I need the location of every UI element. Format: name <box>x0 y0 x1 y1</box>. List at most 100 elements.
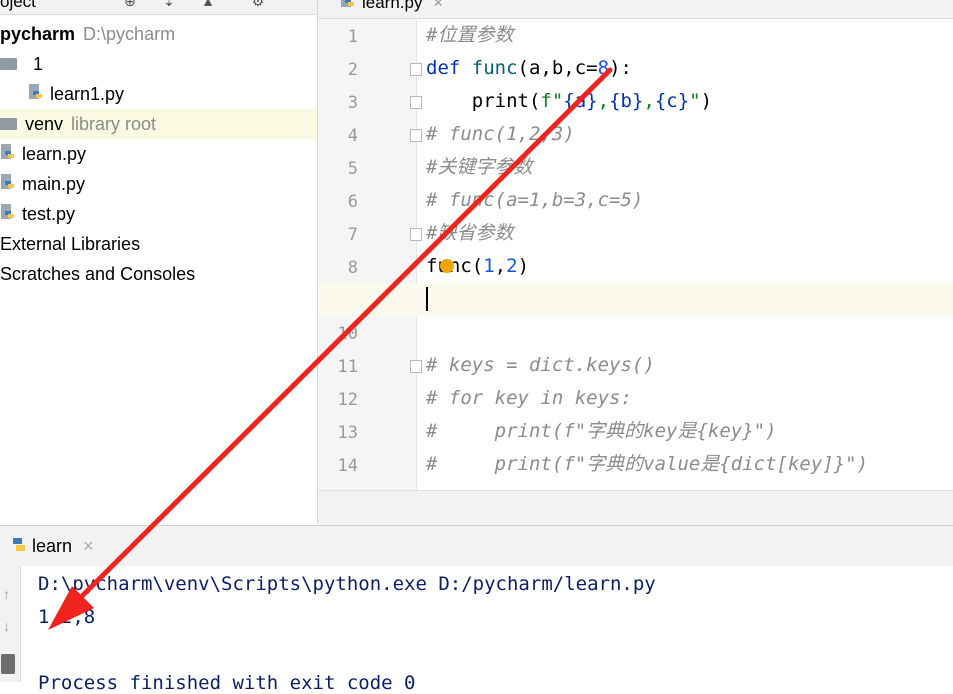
line-number: 4 <box>347 126 358 146</box>
fold-marker[interactable] <box>410 228 422 241</box>
arrow-up-icon[interactable]: ↑ <box>3 586 10 602</box>
fstring-expr: {c} <box>654 90 690 112</box>
code-line-12[interactable]: # for key in keys: <box>426 382 632 415</box>
editor-tabbar: learn.py × <box>318 0 953 19</box>
root-path: D:\pycharm <box>83 24 176 44</box>
tree-item-label: main.py <box>22 174 86 194</box>
line-number: 10 <box>337 324 358 344</box>
tree-item-label: learn1.py <box>50 84 125 104</box>
arrow-down-icon[interactable]: ↓ <box>3 618 10 634</box>
tree-root[interactable]: pycharm D:\pycharm <box>0 19 317 49</box>
collapse-all-icon[interactable]: ⇣ <box>161 0 177 8</box>
tree-item-main[interactable]: main.py <box>0 169 317 199</box>
run-toolwindow-header: learn × <box>0 525 953 566</box>
gutter: 1 2 3 4 5 6 7 8 9 10 11 12 13 14 <box>318 19 416 490</box>
code-text: , <box>494 255 507 277</box>
keyword: def <box>426 57 472 79</box>
tree-item-external-libraries[interactable]: External Libraries <box>0 229 317 259</box>
code-line-13[interactable]: # print(f"字典的key是{key}") <box>426 415 777 448</box>
line-number: 5 <box>347 159 358 179</box>
string: f" <box>540 90 564 112</box>
line-number: 7 <box>347 225 358 245</box>
tree-item-folder-1[interactable]: 1 <box>0 49 317 79</box>
code-line-3[interactable]: print(f"{a},{b},{c}") <box>426 85 712 118</box>
code-text: print( <box>426 90 541 112</box>
code-line-1[interactable]: #位置参数 <box>426 19 513 52</box>
code-line-6[interactable]: # func(a=1,b=3,c=5) <box>426 184 643 217</box>
code-text: ): <box>609 57 632 79</box>
console-line: 1,2,8 <box>38 606 96 628</box>
tree-item-label: External Libraries <box>0 234 141 254</box>
tree-item-label: venv <box>25 114 64 134</box>
fold-marker[interactable] <box>410 96 422 109</box>
code-line-14[interactable]: # print(f"字典的value是{dict[key]}") <box>426 448 868 481</box>
line-number: 8 <box>347 258 358 278</box>
tree-item-label: test.py <box>22 204 76 224</box>
code-text: ) <box>700 90 713 112</box>
function-name: func <box>471 57 518 79</box>
line-number: 11 <box>337 357 358 377</box>
string: " <box>689 90 701 112</box>
tab-learn-py[interactable]: learn.py × <box>330 0 453 18</box>
code-text: (a,b,c= <box>517 57 598 79</box>
fold-marker[interactable] <box>410 360 422 373</box>
number: 2 <box>506 255 518 277</box>
tree-item-test[interactable]: test.py <box>0 199 317 229</box>
fstring-expr: {a} <box>563 90 598 112</box>
line-number: 2 <box>347 60 358 80</box>
close-icon[interactable]: × <box>433 0 443 12</box>
code-line-2[interactable]: def func(a,b,c=8): <box>426 52 632 85</box>
folder-icon <box>0 118 17 130</box>
number: 8 <box>597 57 610 79</box>
code-line-7[interactable]: #缺省参数 <box>426 217 513 250</box>
gutter-divider <box>416 19 417 490</box>
python-file-icon <box>0 171 16 189</box>
code-text: func( <box>426 255 484 277</box>
folder-icon <box>0 58 17 70</box>
console-line: Process finished with exit code 0 <box>38 672 416 694</box>
tree-item-label: 1 <box>33 54 44 74</box>
tree-item-scratches[interactable]: Scratches and Consoles <box>0 259 317 289</box>
string: , <box>597 90 610 112</box>
current-line-highlight <box>318 283 953 316</box>
python-file-icon <box>28 81 44 99</box>
line-number: 14 <box>337 456 358 476</box>
soft-wrap-icon[interactable] <box>1 654 15 674</box>
line-number: 3 <box>347 93 358 113</box>
fold-marker[interactable] <box>410 129 422 142</box>
line-number: 6 <box>347 192 358 212</box>
library-root-hint: library root <box>71 114 157 134</box>
close-icon[interactable]: × <box>83 536 94 556</box>
tab-label: learn.py <box>362 0 423 12</box>
tree-item-venv[interactable]: venv library root <box>0 109 317 139</box>
console-line: D:\pycharm\venv\Scripts\python.exe D:/py… <box>38 573 656 595</box>
run-side-toolbar: ↑ ↓ <box>0 566 21 682</box>
code-line-11[interactable]: # keys = dict.keys() <box>426 349 655 382</box>
text-caret <box>426 287 428 311</box>
tree-item-label: learn.py <box>22 144 87 164</box>
hide-icon[interactable]: ▲ <box>200 0 216 8</box>
python-file-icon <box>340 0 356 8</box>
string: , <box>643 90 655 112</box>
gear-icon[interactable]: ⚙ <box>250 0 266 8</box>
locate-icon[interactable]: ⊕ <box>122 0 138 8</box>
line-number: 12 <box>337 390 358 410</box>
fstring-expr: {b} <box>609 90 644 112</box>
line-number: 1 <box>347 27 358 47</box>
tree-item-learn1[interactable]: learn1.py <box>0 79 317 109</box>
project-header: oject ⊕ ⇣ ▲ ⚙ <box>0 0 317 15</box>
lightbulb-icon[interactable] <box>440 259 454 273</box>
python-file-icon <box>0 201 16 219</box>
code-text: ) <box>517 255 530 277</box>
code-line-5[interactable]: #关键字参数 <box>426 151 532 184</box>
root-name: pycharm <box>0 24 76 44</box>
run-tab-label: learn <box>32 536 73 556</box>
editor-bottom-area <box>318 490 953 525</box>
code-line-4[interactable]: # func(1,2,3) <box>426 118 575 151</box>
line-number: 13 <box>337 423 358 443</box>
fold-marker[interactable] <box>410 63 422 76</box>
python-file-icon <box>0 141 16 159</box>
run-tab-learn[interactable]: learn × <box>10 534 94 558</box>
number: 1 <box>483 255 495 277</box>
tree-item-learn[interactable]: learn.py <box>0 139 317 169</box>
